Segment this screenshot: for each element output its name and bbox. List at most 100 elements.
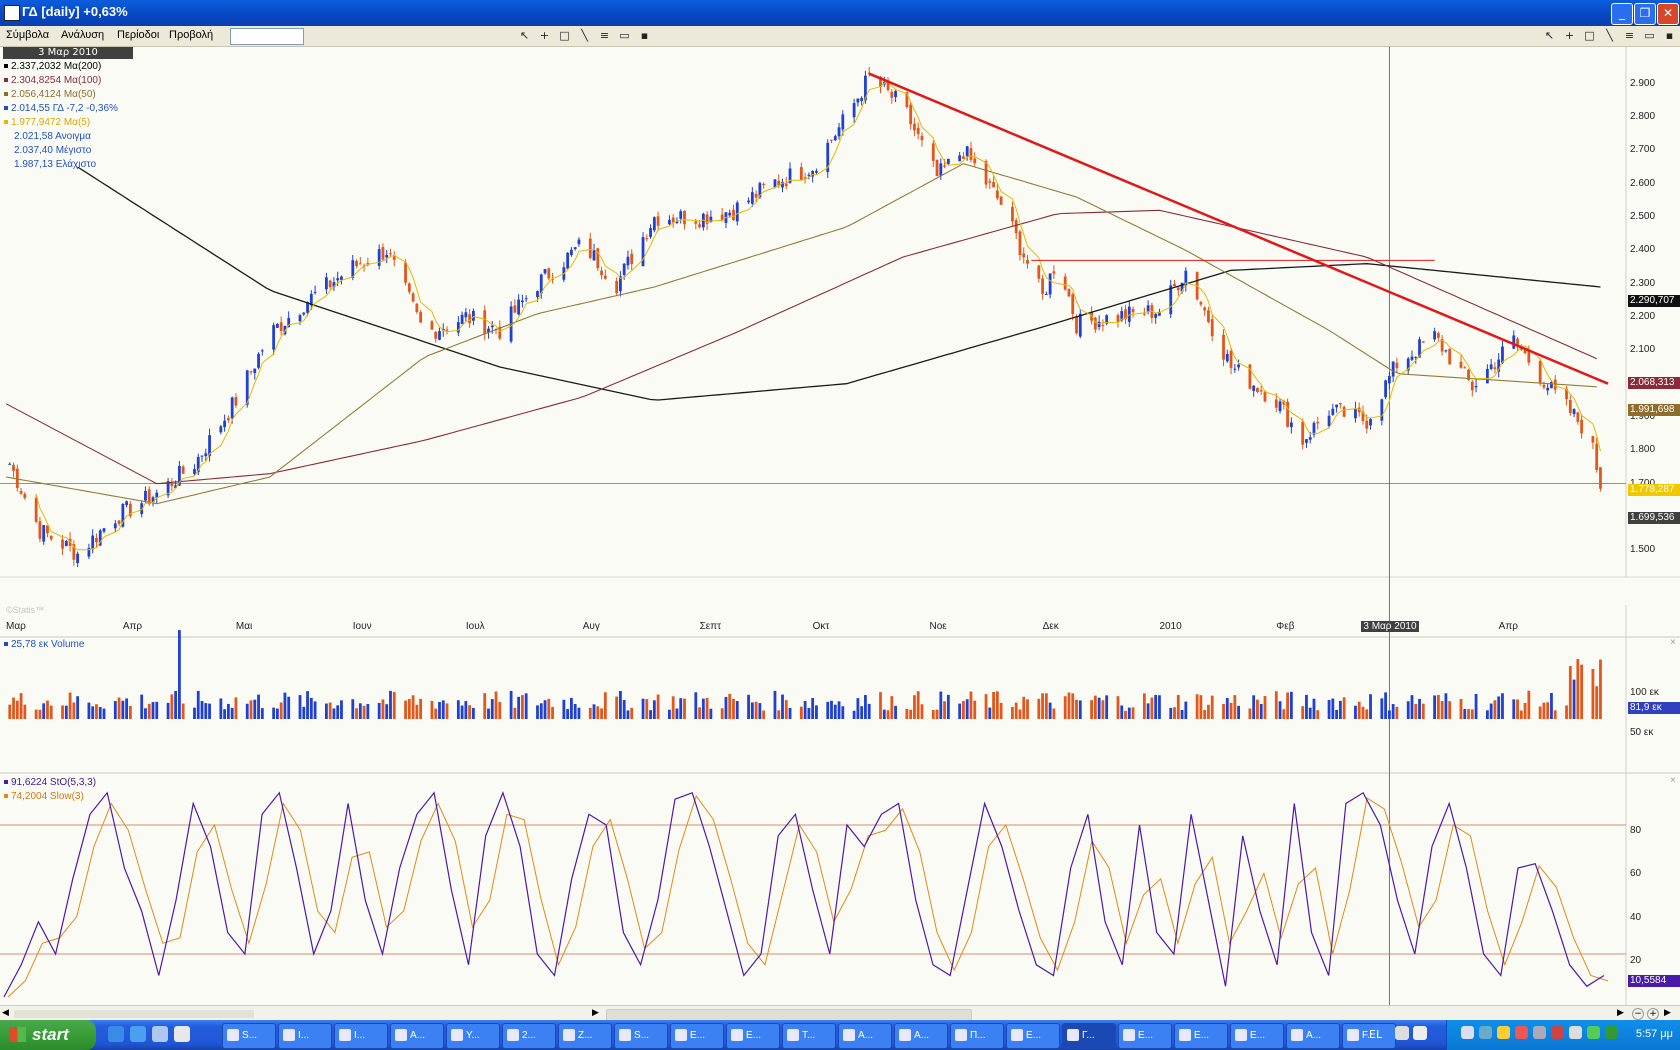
- rectangle-icon-right[interactable]: □: [1583, 29, 1596, 42]
- candle-body: [381, 247, 385, 260]
- candle-body: [464, 312, 468, 318]
- candle-body: [935, 159, 939, 177]
- taskbar-button[interactable]: E...: [1174, 1023, 1228, 1049]
- menu-analysis[interactable]: Ανάλυση: [61, 29, 104, 41]
- volume-bar: [170, 694, 174, 719]
- taskbar-button[interactable]: S...: [222, 1023, 276, 1049]
- candle-body: [483, 310, 487, 335]
- volume-bar: [1014, 702, 1018, 719]
- candle-body: [313, 291, 317, 293]
- taskbar-button[interactable]: Y...: [446, 1023, 500, 1049]
- tools-tray-icon[interactable]: [1395, 1026, 1409, 1040]
- close-stoch-panel-icon[interactable]: ×: [1670, 775, 1676, 786]
- chart-icon-right[interactable]: ▭: [1643, 29, 1656, 42]
- close-volume-panel-icon[interactable]: ×: [1670, 637, 1676, 648]
- taskbar-button[interactable]: E...: [1230, 1023, 1284, 1049]
- network-tray-icon[interactable]: [1461, 1026, 1474, 1039]
- scroll-right-small-icon[interactable]: ▶: [592, 1008, 599, 1018]
- taskbar-button[interactable]: Γ...: [1062, 1023, 1116, 1049]
- volume-bar: [596, 706, 600, 719]
- scroll-left-icon[interactable]: ◀: [2, 1008, 9, 1018]
- horizontal-scrollbar[interactable]: ◀ ▶ ▶ − + ▶: [0, 1005, 1680, 1021]
- line-icon[interactable]: ╲: [578, 29, 591, 42]
- symbol-input[interactable]: [230, 28, 304, 45]
- volume-bar: [1565, 705, 1568, 719]
- tray-icon-8[interactable]: [1587, 1026, 1600, 1039]
- help-tray-icon[interactable]: [1413, 1026, 1427, 1040]
- ie2-quicklaunch-icon[interactable]: [130, 1026, 146, 1042]
- volume-bar: [668, 709, 671, 719]
- candle-body: [1210, 319, 1214, 337]
- taskbar-button-label: I...: [354, 1030, 366, 1041]
- shield-tray-icon[interactable]: [1497, 1026, 1510, 1039]
- save-icon-right[interactable]: ▪: [1663, 29, 1676, 42]
- taskbar-button[interactable]: Π...: [950, 1023, 1004, 1049]
- taskbar-button[interactable]: A...: [390, 1023, 444, 1049]
- tray-icon-2[interactable]: [1479, 1026, 1492, 1039]
- taskbar-button[interactable]: A...: [894, 1023, 948, 1049]
- ie-quicklaunch-icon[interactable]: [108, 1026, 124, 1042]
- taskbar-button[interactable]: S...: [614, 1023, 668, 1049]
- rectangle-icon[interactable]: □: [558, 29, 571, 42]
- app-quicklaunch-icon[interactable]: [152, 1026, 168, 1042]
- candle-body: [1101, 325, 1105, 327]
- candle-body: [1338, 403, 1342, 405]
- taskbar-button[interactable]: 2...: [502, 1023, 556, 1049]
- candle-body: [931, 143, 935, 161]
- taskbar-button[interactable]: I...: [334, 1023, 388, 1049]
- chart-area[interactable]: 3 Μαρ 2010 2.337,2032 Μα(200) 2.304,8254…: [0, 47, 1680, 1005]
- tray-icon-4[interactable]: [1515, 1026, 1528, 1039]
- candle-body: [1301, 421, 1305, 445]
- scroll-track-left[interactable]: [14, 1010, 254, 1018]
- volume-bar: [257, 694, 260, 719]
- candle-body: [1289, 422, 1293, 428]
- lines-icon[interactable]: ≡: [598, 29, 611, 42]
- volume-bar: [1493, 700, 1497, 719]
- volume-bar: [1470, 709, 1474, 719]
- minimize-icon[interactable]: _: [1611, 3, 1633, 25]
- volume-bar: [837, 701, 841, 719]
- tray-icon-5[interactable]: [1533, 1026, 1546, 1039]
- desktop-quicklaunch-icon[interactable]: [174, 1026, 190, 1042]
- language-indicator[interactable]: EL: [1369, 1028, 1382, 1041]
- crosshair-icon[interactable]: +: [538, 29, 551, 42]
- lines-icon-right[interactable]: ≡: [1623, 29, 1636, 42]
- tray-icon-7[interactable]: [1569, 1026, 1582, 1039]
- zoom-in-icon[interactable]: +: [1647, 1008, 1659, 1020]
- close-icon[interactable]: ✕: [1657, 3, 1679, 25]
- menu-symbols[interactable]: Σύμβολα: [6, 29, 49, 41]
- zoom-out-icon[interactable]: −: [1632, 1008, 1644, 1020]
- candle-body: [1225, 354, 1229, 362]
- candle-body: [260, 350, 264, 352]
- volume-tray-icon[interactable]: [1605, 1026, 1618, 1039]
- pointer-icon-right[interactable]: ↖: [1543, 29, 1556, 42]
- taskbar-button[interactable]: I...: [278, 1023, 332, 1049]
- start-button[interactable]: start: [0, 1020, 96, 1050]
- candle-body: [1572, 409, 1576, 415]
- menu-periods[interactable]: Περίοδοι: [117, 29, 159, 41]
- line-icon-right[interactable]: ╲: [1603, 29, 1616, 42]
- volume-bar: [1075, 699, 1078, 719]
- taskbar-button[interactable]: A...: [838, 1023, 892, 1049]
- scroll-end-icon[interactable]: ▶: [1664, 1008, 1671, 1018]
- scroll-right-icon[interactable]: ▶: [1617, 1008, 1624, 1018]
- tray-icon-6[interactable]: [1551, 1026, 1564, 1039]
- menu-view[interactable]: Προβολή: [169, 29, 213, 41]
- taskbar-button[interactable]: E...: [726, 1023, 780, 1049]
- taskbar-button[interactable]: E...: [1006, 1023, 1060, 1049]
- chart-icon[interactable]: ▭: [618, 29, 631, 42]
- taskbar-button[interactable]: T...: [782, 1023, 836, 1049]
- volume-bar: [1440, 701, 1444, 719]
- save-icon[interactable]: ▪: [638, 29, 651, 42]
- taskbar-button[interactable]: E...: [1118, 1023, 1172, 1049]
- taskbar-button[interactable]: A...: [1286, 1023, 1340, 1049]
- pointer-icon[interactable]: ↖: [518, 29, 531, 42]
- taskbar-button[interactable]: Z...: [558, 1023, 612, 1049]
- volume-bar: [1063, 696, 1067, 719]
- restore-icon[interactable]: ❐: [1634, 3, 1656, 25]
- volume-bar: [1361, 706, 1365, 719]
- taskbar-button[interactable]: E...: [670, 1023, 724, 1049]
- legend-ma5-text: 1.977,9472 Μα(5): [11, 117, 91, 128]
- chart-svg[interactable]: [0, 47, 1680, 1005]
- crosshair-icon-right[interactable]: +: [1563, 29, 1576, 42]
